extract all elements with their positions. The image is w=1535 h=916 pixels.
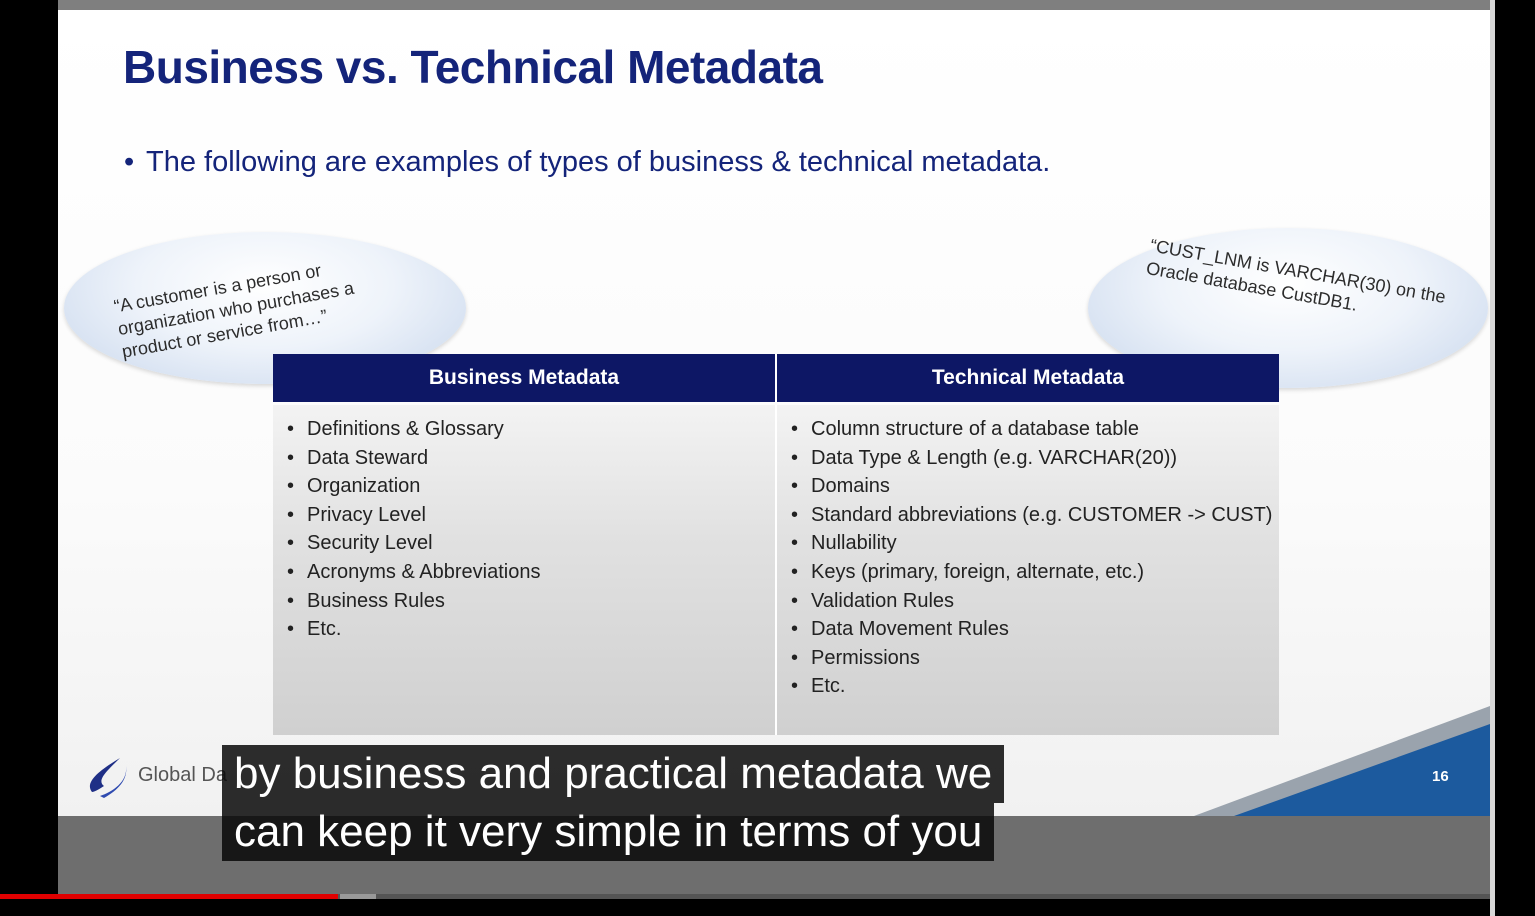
header-business-metadata: Business Metadata: [428, 366, 620, 389]
business-metadata-item: Acronyms & Abbreviations: [287, 558, 775, 587]
technical-metadata-item: Permissions: [791, 644, 1279, 673]
slide-corner-decoration: [1194, 706, 1490, 816]
technical-metadata-list: Column structure of a database tableData…: [791, 415, 1279, 701]
player-controls-strip: [0, 899, 1535, 916]
header-technical-metadata: Technical Metadata: [775, 354, 1279, 402]
video-right-border: [1490, 0, 1495, 916]
callout-text-technical: “CUST_LNM is VARCHAR(30) on the Oracle d…: [1144, 235, 1448, 315]
business-metadata-item: Security Level: [287, 529, 775, 558]
metadata-table: Business Metadata Technical Metadata Def…: [273, 354, 1279, 735]
footer-logo-text: Global Da: [138, 764, 227, 786]
technical-metadata-item: Column structure of a database table: [791, 415, 1279, 444]
business-metadata-item: Organization: [287, 472, 775, 501]
slide-title: Business vs. Technical Metadata: [123, 41, 823, 93]
business-metadata-column: Definitions & GlossaryData StewardOrgani…: [273, 405, 775, 735]
business-metadata-item: Definitions & Glossary: [287, 415, 775, 444]
slide-bullet: • The following are examples of types of …: [124, 146, 1050, 179]
technical-metadata-item: Domains: [791, 472, 1279, 501]
slide-page-number: 16: [1432, 768, 1449, 785]
callout-text-business: “A customer is a person or organization …: [112, 260, 356, 362]
technical-metadata-item: Etc.: [791, 672, 1279, 701]
global-data-logo-icon: [89, 758, 127, 798]
business-metadata-item: Business Rules: [287, 587, 775, 616]
business-metadata-item: Etc.: [287, 615, 775, 644]
technical-metadata-item: Standard abbreviations (e.g. CUSTOMER ->…: [791, 501, 1279, 530]
table-body: Definitions & GlossaryData StewardOrgani…: [273, 405, 1279, 735]
technical-metadata-item: Nullability: [791, 529, 1279, 558]
business-metadata-item: Privacy Level: [287, 501, 775, 530]
presentation-slide: Business vs. Technical Metadata • The fol…: [58, 10, 1490, 816]
technical-metadata-item: Data Movement Rules: [791, 615, 1279, 644]
table-header-row: Business Metadata Technical Metadata: [273, 354, 1279, 402]
subtitle-line-2: can keep it very simple in terms of you: [222, 803, 995, 861]
slide-bullet-text: The following are examples of types of b…: [146, 146, 1051, 178]
video-right-edge: [1490, 0, 1535, 916]
business-metadata-item: Data Steward: [287, 444, 775, 473]
subtitle-line-1: by business and practical metadata we: [222, 745, 1005, 803]
technical-metadata-item: Validation Rules: [791, 587, 1279, 616]
video-top-bar: [58, 0, 1490, 10]
technical-metadata-item: Data Type & Length (e.g. VARCHAR(20)): [791, 444, 1279, 473]
bullet-dot-icon: •: [124, 146, 135, 178]
business-metadata-list: Definitions & GlossaryData StewardOrgani…: [287, 415, 775, 644]
technical-metadata-column: Column structure of a database tableData…: [775, 405, 1279, 735]
technical-metadata-item: Keys (primary, foreign, alternate, etc.): [791, 558, 1279, 587]
